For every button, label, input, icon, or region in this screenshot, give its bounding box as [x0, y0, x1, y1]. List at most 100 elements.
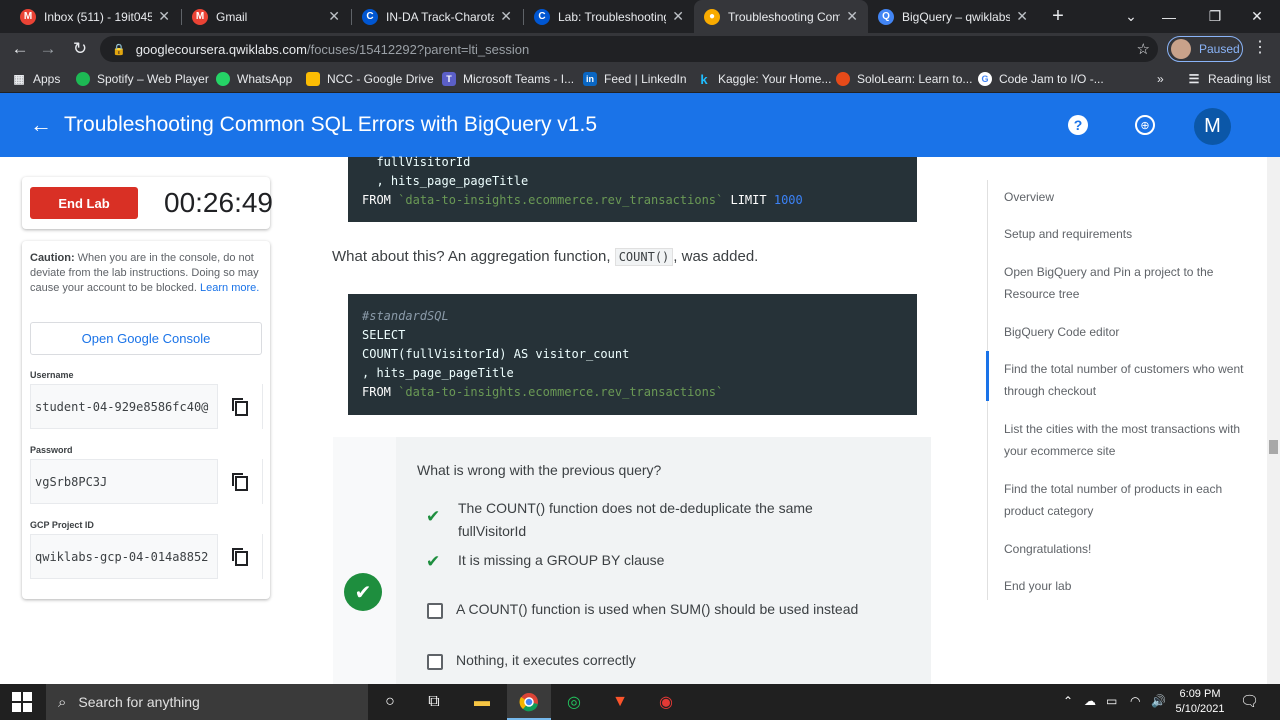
profile-button[interactable]: Paused [1167, 36, 1243, 62]
quiz-option[interactable]: It is missing a GROUP BY clause [458, 549, 878, 572]
volume-icon[interactable]: 🔊 [1151, 694, 1166, 708]
browser-tab[interactable]: M Gmail ✕ [182, 0, 350, 33]
bookmark-linkedin[interactable]: in Feed | LinkedIn [583, 70, 687, 88]
bookmark-spotify[interactable]: Spotify – Web Player [76, 70, 209, 88]
bookmark-drive[interactable]: NCC - Google Drive [306, 70, 434, 88]
open-google-console-button[interactable]: Open Google Console [30, 322, 262, 355]
browser-tab[interactable]: C Lab: Troubleshooting C ✕ [524, 0, 694, 33]
new-tab-button[interactable]: + [1040, 0, 1076, 33]
quiz-option[interactable]: A COUNT() function is used when SUM() sh… [456, 598, 916, 621]
notifications-icon[interactable]: 🗨 [1240, 692, 1259, 710]
project-id-field[interactable]: qwiklabs-gcp-04-014a8852 [30, 534, 263, 579]
browser-tab[interactable]: Q BigQuery – qwiklabs-g ✕ [868, 0, 1038, 33]
tray-overflow-icon[interactable]: ⌃ [1063, 694, 1073, 708]
toc-item-setup[interactable]: Setup and requirements [1004, 223, 1248, 245]
bookmark-kaggle[interactable]: k Kaggle: Your Home... [697, 70, 831, 88]
toc-item-congratulations[interactable]: Congratulations! [1004, 538, 1248, 560]
toc-item-open-bigquery[interactable]: Open BigQuery and Pin a project to the R… [1004, 261, 1248, 305]
bookmark-whatsapp[interactable]: WhatsApp [216, 70, 292, 88]
minimize-button[interactable]: — [1146, 0, 1192, 33]
linkedin-icon: in [583, 72, 597, 86]
green-app-icon[interactable]: ◎ [562, 690, 586, 714]
browser-tab-active[interactable]: ● Troubleshooting Comm ✕ [694, 0, 868, 33]
task-view-icon[interactable]: ⧉ [422, 690, 446, 714]
bookmarks-overflow-icon[interactable]: » [1157, 70, 1164, 88]
paragraph-text: , was added. [673, 248, 759, 265]
password-field[interactable]: vgSrb8PC3J [30, 459, 263, 504]
password-label: Password [30, 445, 73, 455]
browser-tab[interactable]: C IN-DA Track-Charotar ✕ [352, 0, 522, 33]
brave-icon[interactable]: ▼ [608, 690, 632, 714]
language-globe-icon[interactable]: ⊕ [1135, 115, 1155, 135]
code-block-1: fullVisitorId , hits_page_pageTitle FROM… [348, 155, 917, 222]
windows-taskbar: ⌕ Search for anything ○ ⧉ ▬ ◎ ▼ ◉ ⌃ ☁ ▭ … [0, 684, 1280, 720]
gmail-icon: M [20, 8, 36, 25]
taskbar-clock[interactable]: 6:09 PM 5/10/2021 [1170, 687, 1230, 717]
maximize-button[interactable]: ❐ [1192, 0, 1238, 33]
tab-title: Lab: Troubleshooting C [558, 9, 667, 24]
scrollbar-thumb[interactable] [1269, 440, 1278, 454]
taskbar-search[interactable]: ⌕ Search for anything [46, 684, 368, 720]
end-lab-button[interactable]: End Lab [30, 187, 138, 219]
username-field[interactable]: student-04-929e8586fc40@ [30, 384, 263, 429]
bookmark-codejam[interactable]: G Code Jam to I/O -... [978, 70, 1104, 88]
tab-title: IN-DA Track-Charotar [386, 9, 495, 24]
bookmark-teams[interactable]: T Microsoft Teams - I... [442, 70, 574, 88]
cortana-icon[interactable]: ○ [378, 690, 402, 714]
copy-icon[interactable] [217, 534, 262, 579]
toc-item-customers-checkout[interactable]: Find the total number of customers who w… [1004, 358, 1248, 402]
bookmark-label: Code Jam to I/O -... [999, 72, 1104, 86]
close-icon[interactable]: ✕ [158, 8, 170, 25]
bookmark-label: WhatsApp [237, 72, 293, 86]
close-icon[interactable]: ✕ [328, 8, 340, 25]
reload-icon[interactable]: ↻ [68, 37, 92, 61]
onedrive-icon[interactable]: ☁ [1084, 694, 1096, 708]
caution-text: Caution: When you are in the console, do… [30, 251, 264, 296]
windows-start-icon[interactable] [12, 692, 32, 712]
red-app-icon[interactable]: ◉ [654, 690, 678, 714]
quiz-option[interactable]: The COUNT() function does not de-dedupli… [458, 497, 878, 543]
bookmark-star-icon[interactable]: ☆ [1137, 40, 1150, 58]
tab-title: Gmail [216, 9, 248, 24]
address-bar[interactable]: 🔒 googlecoursera.qwiklabs.com/focuses/15… [100, 36, 1158, 62]
kebab-menu-icon[interactable]: ⋮ [1252, 37, 1268, 57]
bookmark-sololearn[interactable]: SoloLearn: Learn to... [836, 70, 972, 88]
help-icon[interactable]: ? [1068, 115, 1088, 135]
toc-item-products-category[interactable]: Find the total number of products in eac… [1004, 478, 1248, 522]
copy-icon[interactable] [217, 384, 262, 429]
wifi-icon[interactable]: ◠ [1130, 694, 1140, 708]
forward-arrow-icon[interactable]: → [36, 37, 60, 61]
reading-list-button[interactable]: ☰ Reading list [1187, 70, 1271, 88]
paragraph: What about this? An aggregation function… [332, 248, 759, 266]
back-arrow-icon[interactable]: ← [8, 37, 32, 61]
toc-item-code-editor[interactable]: BigQuery Code editor [1004, 321, 1248, 343]
profile-avatar [1171, 39, 1191, 59]
quiz-option[interactable]: Nothing, it executes correctly [456, 649, 876, 672]
learn-more-link[interactable]: Learn more. [200, 282, 259, 294]
toc-item-overview[interactable]: Overview [1004, 186, 1248, 208]
browser-tab[interactable]: M Inbox (511) - 19it045@ ✕ [10, 0, 180, 33]
search-icon: ⌕ [58, 693, 67, 711]
file-explorer-icon[interactable]: ▬ [470, 690, 494, 714]
checkbox[interactable] [427, 603, 443, 619]
qwiklabs-icon: ● [704, 8, 720, 25]
url-path: /focuses/15412292?parent=lti_session [306, 41, 530, 57]
copy-icon[interactable] [217, 459, 262, 504]
close-icon[interactable]: ✕ [1016, 8, 1028, 25]
bookmark-apps[interactable]: ▦ Apps [12, 70, 60, 88]
back-arrow-icon[interactable]: ← [30, 112, 52, 138]
checkmark-icon: ✔ [426, 507, 441, 526]
user-avatar[interactable]: M [1194, 108, 1231, 145]
browser-toolbar: ← → ↻ 🔒 googlecoursera.qwiklabs.com/focu… [0, 33, 1280, 64]
chrome-icon[interactable] [517, 690, 541, 714]
close-icon[interactable]: ✕ [672, 8, 684, 25]
toc-item-end-lab[interactable]: End your lab [1004, 575, 1248, 597]
close-icon[interactable]: ✕ [846, 8, 858, 25]
page-scrollbar[interactable] [1267, 157, 1280, 684]
close-icon[interactable]: ✕ [500, 8, 512, 25]
window-close-button[interactable]: ✕ [1234, 0, 1280, 33]
tab-title: Troubleshooting Comm [728, 9, 841, 24]
network-icon[interactable]: ▭ [1106, 694, 1117, 708]
toc-item-cities-transactions[interactable]: List the cities with the most transactio… [1004, 418, 1248, 462]
checkbox[interactable] [427, 654, 443, 670]
